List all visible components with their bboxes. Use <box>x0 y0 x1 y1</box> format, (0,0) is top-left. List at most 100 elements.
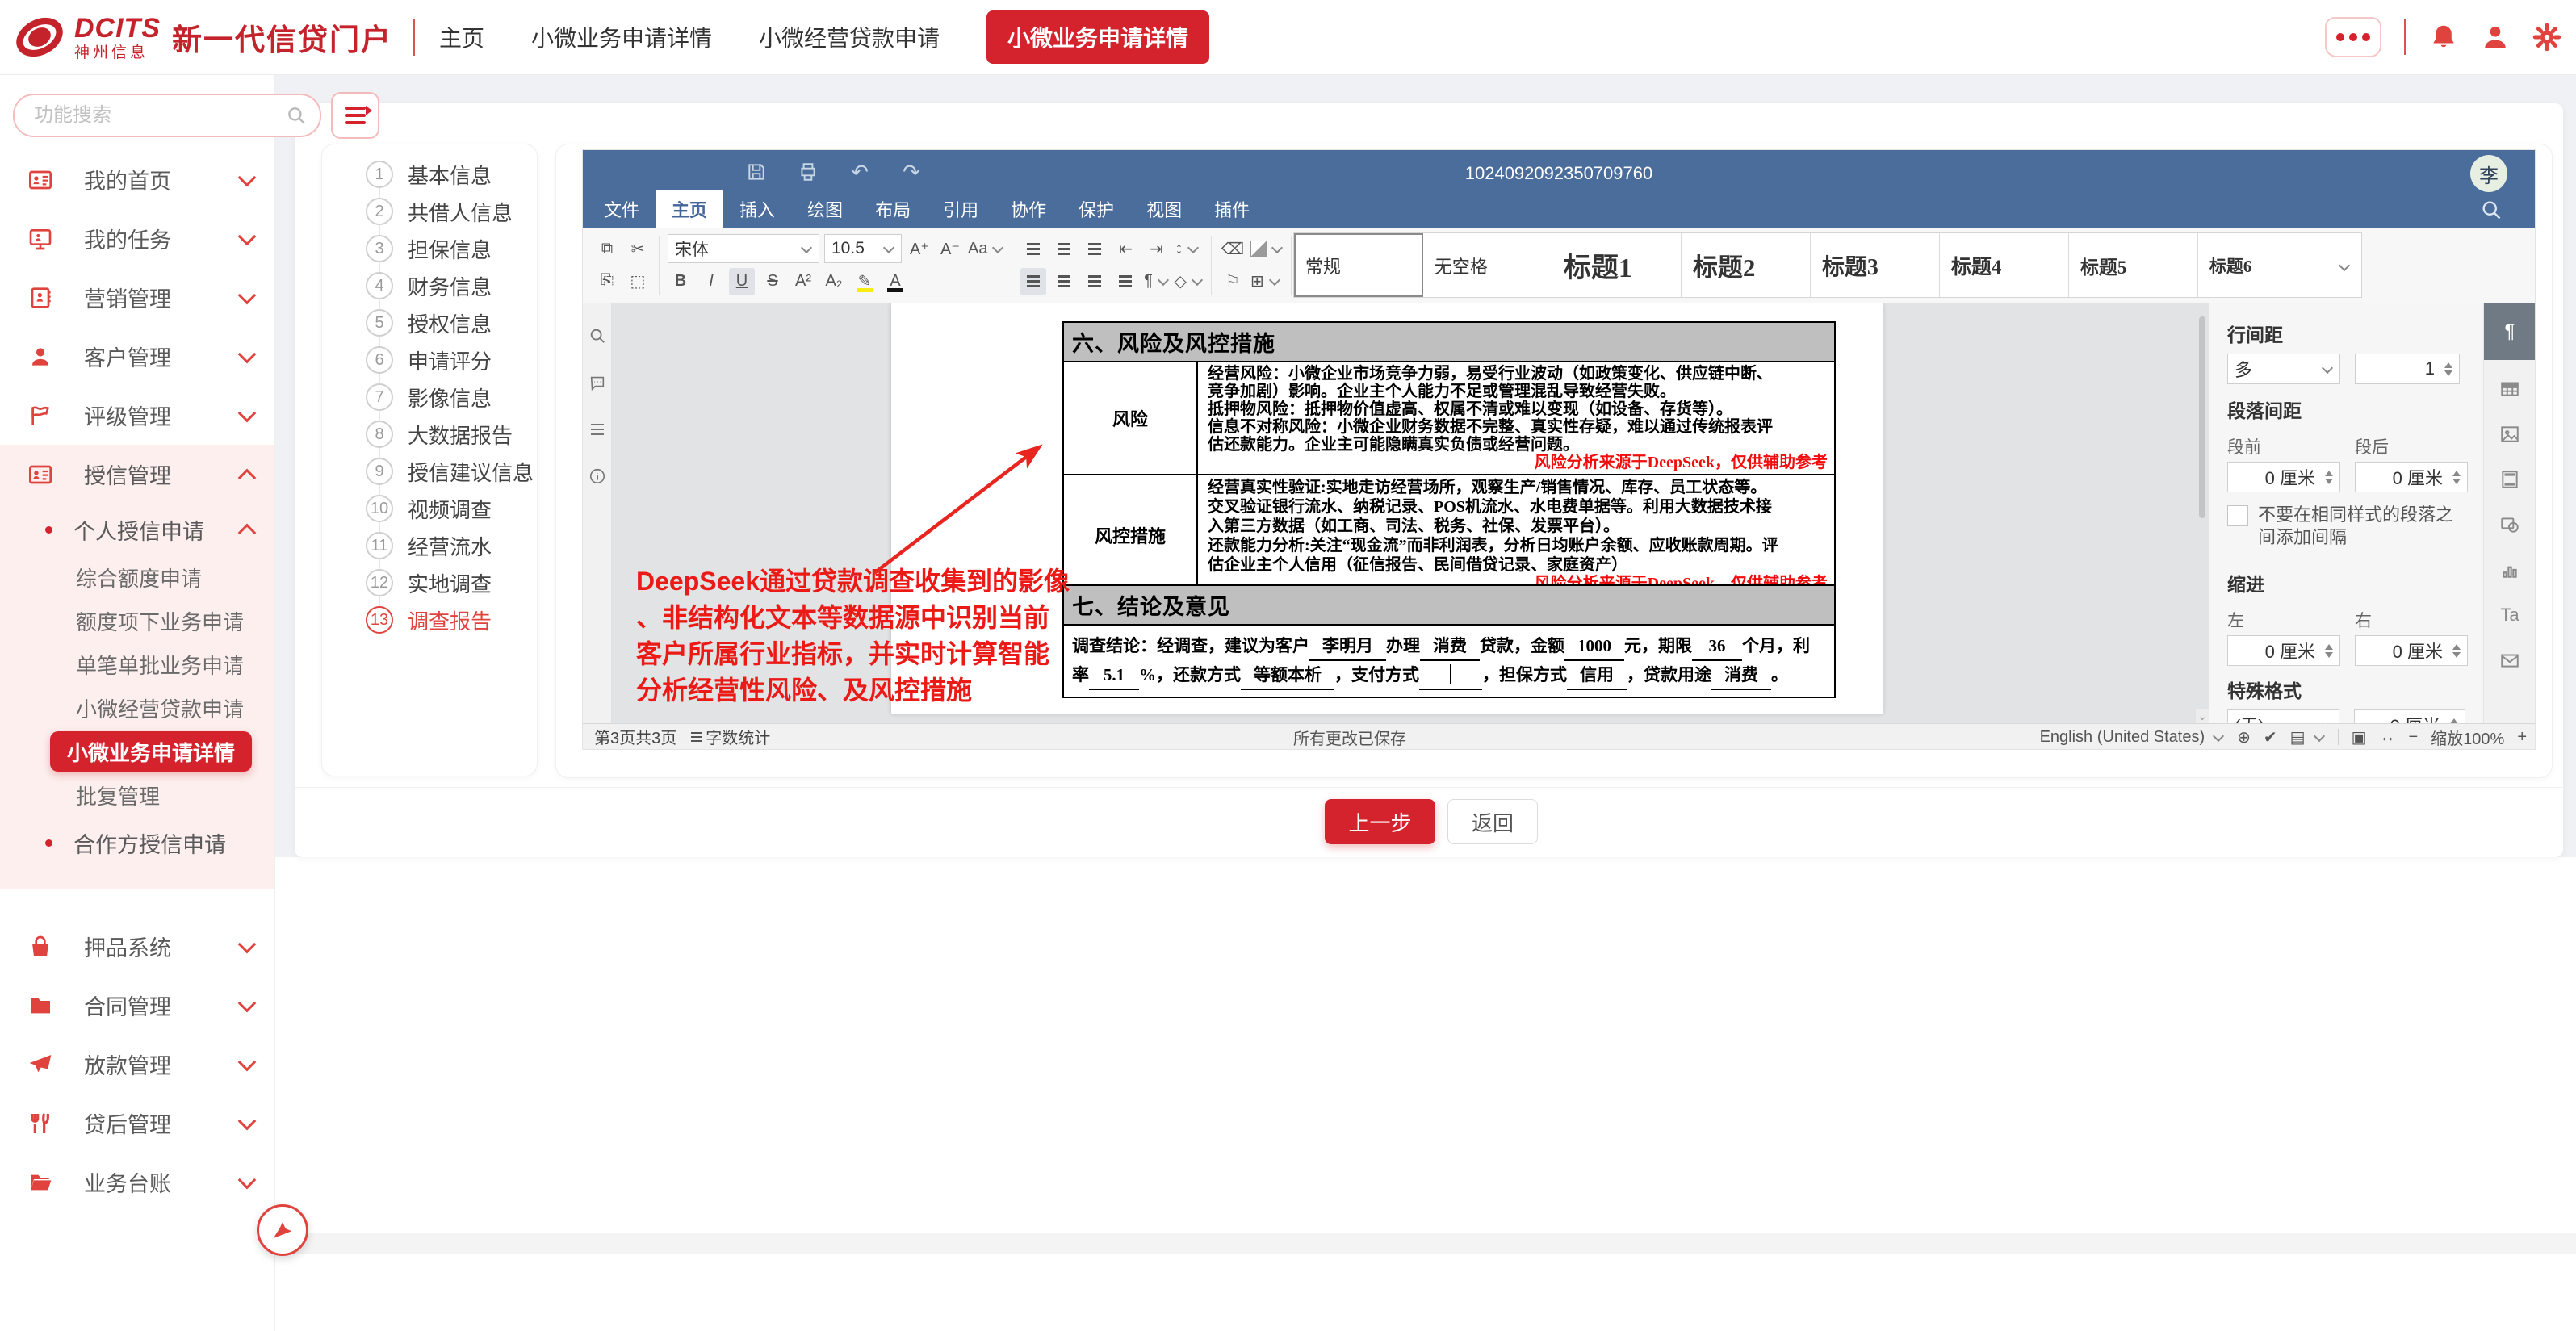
user-profile-icon[interactable] <box>2481 23 2510 52</box>
indent-right-field[interactable]: 0 厘米 <box>2355 635 2468 666</box>
line-spacing-icon[interactable]: ↕ <box>1174 235 1200 262</box>
fit-width-icon[interactable]: ↔ <box>2379 728 2395 747</box>
more-actions-button[interactable] <box>2325 17 2381 57</box>
sidebar-search[interactable] <box>13 94 321 137</box>
wizard-step-大数据报告[interactable]: 8大数据报告 <box>322 416 537 453</box>
menu-collapse-button[interactable] <box>331 92 379 139</box>
sidebar-item-我的任务[interactable]: 我的任务 <box>0 209 274 268</box>
clear-format-icon[interactable]: ⌫ <box>1220 235 1246 262</box>
italic-icon[interactable]: I <box>698 268 724 295</box>
shrink-font-icon[interactable]: A⁻ <box>937 235 963 262</box>
grow-font-icon[interactable]: A⁺ <box>907 235 932 262</box>
wizard-step-申请评分[interactable]: 6申请评分 <box>322 341 537 379</box>
sidebar-group-个人授信申请[interactable]: 个人授信申请 <box>0 504 274 555</box>
nav-tab-active[interactable]: 小微业务申请详情 <box>986 10 1209 64</box>
copy-style-icon[interactable]: ⚐ <box>1220 268 1246 295</box>
editor-tab-绘图[interactable]: 绘图 <box>791 190 859 228</box>
wizard-step-实地调查[interactable]: 12实地调查 <box>322 564 537 601</box>
sidebar-item-授信管理[interactable]: 授信管理 <box>0 445 274 504</box>
numbered-list-icon[interactable] <box>1051 235 1077 262</box>
comments-icon[interactable] <box>588 373 607 392</box>
font-name-select[interactable]: 宋体 <box>668 234 819 263</box>
document-vscrollbar[interactable] <box>2197 308 2207 707</box>
style-标题6[interactable]: 标题6 <box>2198 233 2327 297</box>
feedback-float-button[interactable] <box>257 1204 308 1256</box>
paragraph-settings-icon[interactable]: ¶ <box>2484 303 2535 360</box>
nav-tab[interactable]: 主页 <box>439 21 484 53</box>
paste-icon[interactable]: ⎘ <box>594 268 620 295</box>
sidebar-item-押品系统[interactable]: 押品系统 <box>0 917 274 976</box>
header-footer-settings-icon[interactable] <box>2484 457 2535 502</box>
line-spacing-value[interactable]: 1 <box>2355 354 2460 384</box>
wizard-step-担保信息[interactable]: 3担保信息 <box>322 230 537 267</box>
superscript-icon[interactable]: A² <box>790 268 816 295</box>
align-right-icon[interactable] <box>1082 268 1108 295</box>
bullet-list-icon[interactable] <box>1020 235 1046 262</box>
prev-step-button[interactable]: 上一步 <box>1325 799 1435 844</box>
word-count-button[interactable]: 字数统计 <box>691 725 770 748</box>
settings-gear-icon[interactable] <box>2532 23 2561 52</box>
editor-tab-引用[interactable]: 引用 <box>927 190 995 228</box>
multilevel-list-icon[interactable] <box>1082 235 1108 262</box>
decrease-indent-icon[interactable]: ⇤ <box>1112 235 1138 262</box>
style-标题5[interactable]: 标题5 <box>2069 233 2198 297</box>
sidebar-item-客户管理[interactable]: 客户管理 <box>0 327 274 386</box>
sidebar-subitem-active[interactable]: 小微业务申请详情 <box>0 730 274 773</box>
style-无空格[interactable]: 无空格 <box>1423 233 1552 297</box>
shape-settings-icon[interactable] <box>2484 502 2535 547</box>
editor-tab-视图[interactable]: 视图 <box>1130 190 1198 228</box>
nav-tab[interactable]: 小微业务申请详情 <box>531 21 712 53</box>
image-settings-icon[interactable] <box>2484 412 2535 457</box>
increase-indent-icon[interactable]: ⇥ <box>1143 235 1169 262</box>
wizard-step-授权信息[interactable]: 5授权信息 <box>322 304 537 341</box>
editor-tab-协作[interactable]: 协作 <box>995 190 1062 228</box>
fit-page-icon[interactable]: ▣ <box>2352 727 2367 747</box>
wizard-step-视频调查[interactable]: 10视频调查 <box>322 490 537 527</box>
spacing-after-field[interactable]: 0 厘米 <box>2355 462 2468 492</box>
editor-tab-插件[interactable]: 插件 <box>1198 190 1266 228</box>
wizard-step-基本信息[interactable]: 1基本信息 <box>322 156 537 193</box>
strikethrough-icon[interactable]: S <box>760 268 785 295</box>
style-gallery-dropdown[interactable] <box>2327 233 2361 297</box>
chart-settings-icon[interactable] <box>2484 547 2535 592</box>
no-space-checkbox[interactable] <box>2227 505 2248 526</box>
sidebar-item-贷后管理[interactable]: 贷后管理 <box>0 1094 274 1153</box>
copy-icon[interactable]: ⧉ <box>594 235 620 262</box>
wizard-step-授信建议信息[interactable]: 9授信建议信息 <box>322 453 537 490</box>
back-button[interactable]: 返回 <box>1447 799 1538 844</box>
info-icon[interactable] <box>588 467 607 486</box>
borders-icon[interactable]: ⊞ <box>1250 268 1280 295</box>
sidebar-item-评级管理[interactable]: 评级管理 <box>0 386 274 445</box>
sidebar-item-业务台账[interactable]: 业务台账 <box>0 1153 274 1212</box>
sidebar-subitem-小微经营贷款申请[interactable]: 小微经营贷款申请 <box>0 686 274 730</box>
highlight-color-icon[interactable]: ✎ <box>852 268 878 295</box>
editor-tab-布局[interactable]: 布局 <box>859 190 927 228</box>
cut-icon[interactable]: ✂ <box>625 235 651 262</box>
shading-icon[interactable] <box>1250 235 1283 262</box>
style-常规[interactable]: 常规 <box>1294 233 1423 297</box>
editor-tab-主页[interactable]: 主页 <box>656 190 723 228</box>
special-format-select[interactable]: (无) <box>2227 709 2339 723</box>
search-input[interactable] <box>32 103 286 128</box>
special-amount-field[interactable]: 0 厘米 <box>2354 709 2466 723</box>
mail-merge-icon[interactable] <box>2484 638 2535 683</box>
style-标题4[interactable]: 标题4 <box>1940 233 2069 297</box>
align-left-icon[interactable] <box>1020 268 1046 295</box>
wizard-step-影像信息[interactable]: 7影像信息 <box>322 379 537 416</box>
text-art-settings-icon[interactable]: Ta <box>2484 592 2535 638</box>
spellcheck-icon[interactable]: ✔ <box>2264 727 2277 747</box>
notification-bell-icon[interactable] <box>2429 23 2458 52</box>
sidebar-item-合同管理[interactable]: 合同管理 <box>0 976 274 1035</box>
sidebar-subitem-额度项下业务申请[interactable]: 额度项下业务申请 <box>0 599 274 642</box>
editor-user-avatar[interactable]: 李 <box>2470 155 2507 192</box>
editor-tab-文件[interactable]: 文件 <box>588 190 656 228</box>
find-icon[interactable] <box>588 326 607 345</box>
style-标题2[interactable]: 标题2 <box>1682 233 1811 297</box>
sidebar-item-我的首页[interactable]: 我的首页 <box>0 150 274 209</box>
underline-icon[interactable]: U <box>729 268 755 295</box>
font-color-icon[interactable]: A <box>882 268 908 295</box>
sidebar-item-营销管理[interactable]: 营销管理 <box>0 268 274 327</box>
paragraph-marks-icon[interactable]: ¶ <box>1143 268 1169 295</box>
line-spacing-select[interactable]: 多 <box>2227 354 2340 384</box>
wizard-step-经营流水[interactable]: 11经营流水 <box>322 527 537 564</box>
